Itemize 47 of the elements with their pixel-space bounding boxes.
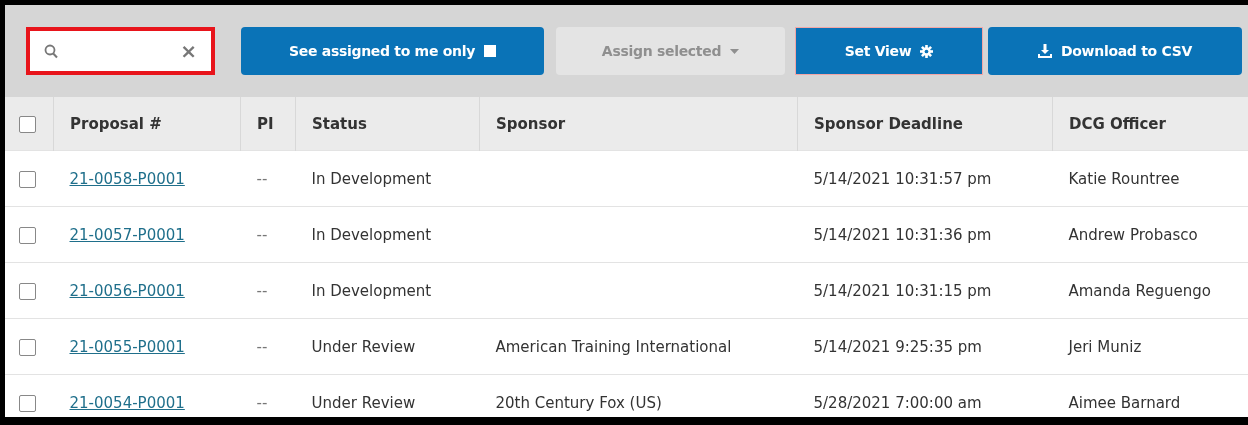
row-checkbox[interactable] [19,170,36,188]
gear-icon [920,44,934,58]
table-cell: 20th Century Fox (US) [495,393,662,412]
table-cell: Katie Rountree [1068,169,1180,188]
proposal-link[interactable]: 21-0055-P0001 [69,337,185,356]
table-cell: Under Review [311,393,416,412]
proposal-link[interactable]: 21-0056-P0001 [69,281,185,300]
column-header[interactable]: Proposal # [70,114,162,133]
download-button[interactable]: Download to CSV [988,27,1242,75]
row-checkbox[interactable] [19,338,36,356]
clear-button[interactable]: × [180,39,197,63]
table-cell: -- [256,225,268,244]
table-cell: -- [256,337,268,356]
select-all-checkbox[interactable] [19,115,36,133]
table-cell: -- [256,393,268,412]
table-cell: In Development [311,281,432,300]
table-cell: In Development [311,169,432,188]
assigned-filter-button[interactable]: See assigned to me only [241,27,544,75]
caret-icon [730,48,740,54]
table-cell: 5/28/2021 7:00:00 am [813,393,982,412]
table-cell: Amanda Reguengo [1068,281,1211,300]
table-cell: 5/14/2021 10:31:15 pm [813,281,992,300]
table-cell: 5/14/2021 9:25:35 pm [813,337,982,356]
column-header[interactable]: DCG Officer [1069,114,1166,133]
table-cell: -- [256,281,268,300]
column-header[interactable]: Sponsor [496,114,566,133]
proposal-link[interactable]: 21-0054-P0001 [69,393,185,412]
table-cell: Aimee Barnard [1068,393,1181,412]
search-icon [44,43,58,59]
table-cell: In Development [311,225,432,244]
table-cell: Under Review [311,337,416,356]
proposal-link[interactable]: 21-0057-P0001 [69,225,185,244]
table-cell: Jeri Muniz [1068,337,1142,356]
row-checkbox[interactable] [19,282,36,300]
column-header[interactable]: PI [257,114,274,133]
row-checkbox[interactable] [19,226,36,244]
row-checkbox[interactable] [19,394,36,412]
set-view-button[interactable]: Set View [795,27,983,75]
table-cell: 5/14/2021 10:31:57 pm [813,169,992,188]
proposal-link[interactable]: 21-0058-P0001 [69,169,185,188]
search-field[interactable]: × [26,27,215,75]
table-cell: -- [256,169,268,188]
table-cell: American Training International [495,337,732,356]
table-cell: 5/14/2021 10:31:36 pm [813,225,992,244]
download-icon [1037,44,1052,58]
column-header[interactable]: Status [312,114,367,133]
table-cell: Andrew Probasco [1068,225,1198,244]
